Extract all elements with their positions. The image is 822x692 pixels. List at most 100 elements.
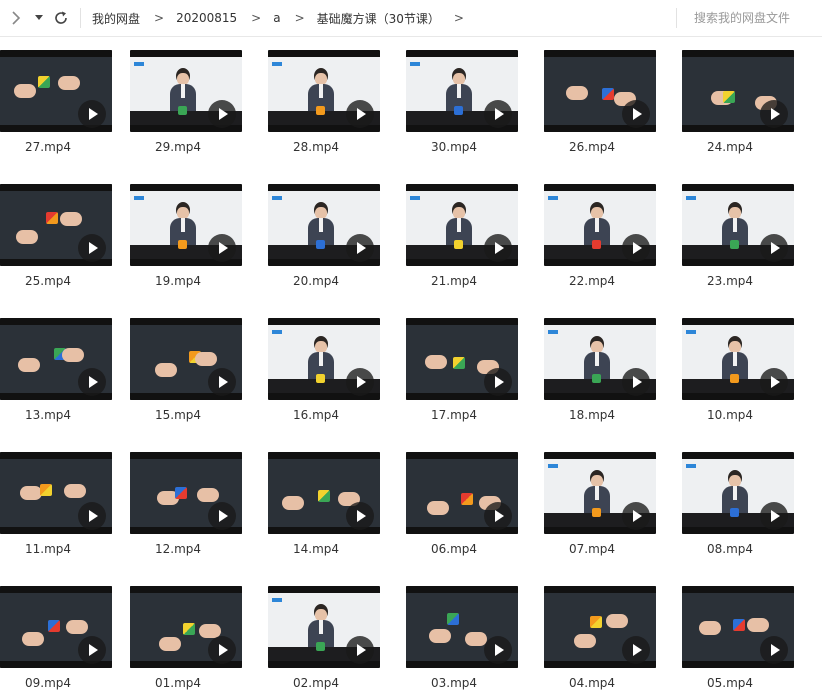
file-item[interactable]: 09.mp4	[0, 572, 112, 692]
video-thumbnail[interactable]	[0, 318, 112, 400]
file-item[interactable]: 18.mp4	[544, 304, 656, 424]
video-thumbnail[interactable]	[406, 586, 518, 668]
play-icon[interactable]	[760, 234, 788, 262]
video-thumbnail[interactable]	[130, 318, 242, 400]
search-input[interactable]: 搜索我的网盘文件	[694, 9, 790, 26]
file-item[interactable]: 08.mp4	[682, 438, 794, 558]
refresh-icon[interactable]	[52, 8, 70, 28]
video-thumbnail[interactable]	[130, 184, 242, 266]
video-thumbnail[interactable]	[0, 50, 112, 132]
video-thumbnail[interactable]	[268, 184, 380, 266]
play-icon[interactable]	[622, 636, 650, 664]
video-thumbnail[interactable]	[406, 50, 518, 132]
file-item[interactable]: 26.mp4	[544, 36, 656, 156]
play-icon[interactable]	[484, 368, 512, 396]
play-icon[interactable]	[622, 100, 650, 128]
play-icon[interactable]	[760, 636, 788, 664]
play-icon[interactable]	[622, 502, 650, 530]
video-thumbnail[interactable]	[268, 452, 380, 534]
play-icon[interactable]	[760, 502, 788, 530]
breadcrumb-item-current[interactable]: 基础魔方课（30节课）	[317, 10, 440, 27]
video-thumbnail[interactable]	[130, 452, 242, 534]
breadcrumb-item-date[interactable]: 20200815	[176, 11, 237, 25]
file-item[interactable]: 25.mp4	[0, 170, 112, 290]
file-item[interactable]: 22.mp4	[544, 170, 656, 290]
play-icon[interactable]	[78, 368, 106, 396]
file-item[interactable]: 19.mp4	[130, 170, 242, 290]
play-icon[interactable]	[208, 234, 236, 262]
video-thumbnail[interactable]	[130, 50, 242, 132]
file-item[interactable]: 16.mp4	[268, 304, 380, 424]
play-icon[interactable]	[346, 234, 374, 262]
play-icon[interactable]	[208, 502, 236, 530]
video-thumbnail[interactable]	[268, 50, 380, 132]
file-item[interactable]: 23.mp4	[682, 170, 794, 290]
video-thumbnail[interactable]	[406, 184, 518, 266]
file-item[interactable]: 14.mp4	[268, 438, 380, 558]
play-icon[interactable]	[622, 234, 650, 262]
file-item[interactable]: 04.mp4	[544, 572, 656, 692]
file-item[interactable]: 20.mp4	[268, 170, 380, 290]
play-icon[interactable]	[484, 100, 512, 128]
video-thumbnail[interactable]	[544, 318, 656, 400]
play-icon[interactable]	[346, 368, 374, 396]
file-item[interactable]: 24.mp4	[682, 36, 794, 156]
file-item[interactable]: 15.mp4	[130, 304, 242, 424]
file-item[interactable]: 11.mp4	[0, 438, 112, 558]
file-item[interactable]: 01.mp4	[130, 572, 242, 692]
file-item[interactable]: 27.mp4	[0, 36, 112, 156]
video-thumbnail[interactable]	[0, 452, 112, 534]
video-thumbnail[interactable]	[682, 184, 794, 266]
video-thumbnail[interactable]	[682, 586, 794, 668]
file-item[interactable]: 12.mp4	[130, 438, 242, 558]
video-thumbnail[interactable]	[544, 184, 656, 266]
play-icon[interactable]	[208, 368, 236, 396]
video-thumbnail[interactable]	[406, 318, 518, 400]
file-item[interactable]: 02.mp4	[268, 572, 380, 692]
play-icon[interactable]	[346, 636, 374, 664]
video-thumbnail[interactable]	[268, 318, 380, 400]
play-icon[interactable]	[484, 636, 512, 664]
video-thumbnail[interactable]	[682, 50, 794, 132]
breadcrumb-item-a[interactable]: a	[273, 11, 280, 25]
file-item[interactable]: 17.mp4	[406, 304, 518, 424]
play-icon[interactable]	[78, 502, 106, 530]
file-item[interactable]: 03.mp4	[406, 572, 518, 692]
file-item[interactable]: 10.mp4	[682, 304, 794, 424]
file-item[interactable]: 13.mp4	[0, 304, 112, 424]
file-item[interactable]: 28.mp4	[268, 36, 380, 156]
play-icon[interactable]	[208, 100, 236, 128]
play-icon[interactable]	[78, 636, 106, 664]
play-icon[interactable]	[622, 368, 650, 396]
breadcrumb-item-root[interactable]: 我的网盘	[92, 10, 140, 27]
play-icon[interactable]	[78, 234, 106, 262]
video-thumbnail[interactable]	[682, 452, 794, 534]
caret-down-icon[interactable]	[32, 8, 46, 28]
chevron-right-icon[interactable]	[8, 8, 24, 28]
video-thumbnail[interactable]	[682, 318, 794, 400]
play-icon[interactable]	[760, 100, 788, 128]
breadcrumb-expand-separator[interactable]: >	[454, 11, 464, 25]
video-thumbnail[interactable]	[0, 184, 112, 266]
video-thumbnail[interactable]	[544, 452, 656, 534]
play-icon[interactable]	[760, 368, 788, 396]
video-thumbnail[interactable]	[406, 452, 518, 534]
file-item[interactable]: 30.mp4	[406, 36, 518, 156]
video-thumbnail[interactable]	[268, 586, 380, 668]
play-icon[interactable]	[346, 100, 374, 128]
play-icon[interactable]	[484, 502, 512, 530]
video-thumbnail[interactable]	[130, 586, 242, 668]
video-thumbnail[interactable]	[544, 50, 656, 132]
file-item[interactable]: 07.mp4	[544, 438, 656, 558]
file-item[interactable]: 06.mp4	[406, 438, 518, 558]
play-icon[interactable]	[484, 234, 512, 262]
file-item[interactable]: 21.mp4	[406, 170, 518, 290]
video-thumbnail[interactable]	[0, 586, 112, 668]
file-name: 07.mp4	[568, 542, 616, 556]
play-icon[interactable]	[208, 636, 236, 664]
file-item[interactable]: 05.mp4	[682, 572, 794, 692]
play-icon[interactable]	[346, 502, 374, 530]
video-thumbnail[interactable]	[544, 586, 656, 668]
file-item[interactable]: 29.mp4	[130, 36, 242, 156]
play-icon[interactable]	[78, 100, 106, 128]
